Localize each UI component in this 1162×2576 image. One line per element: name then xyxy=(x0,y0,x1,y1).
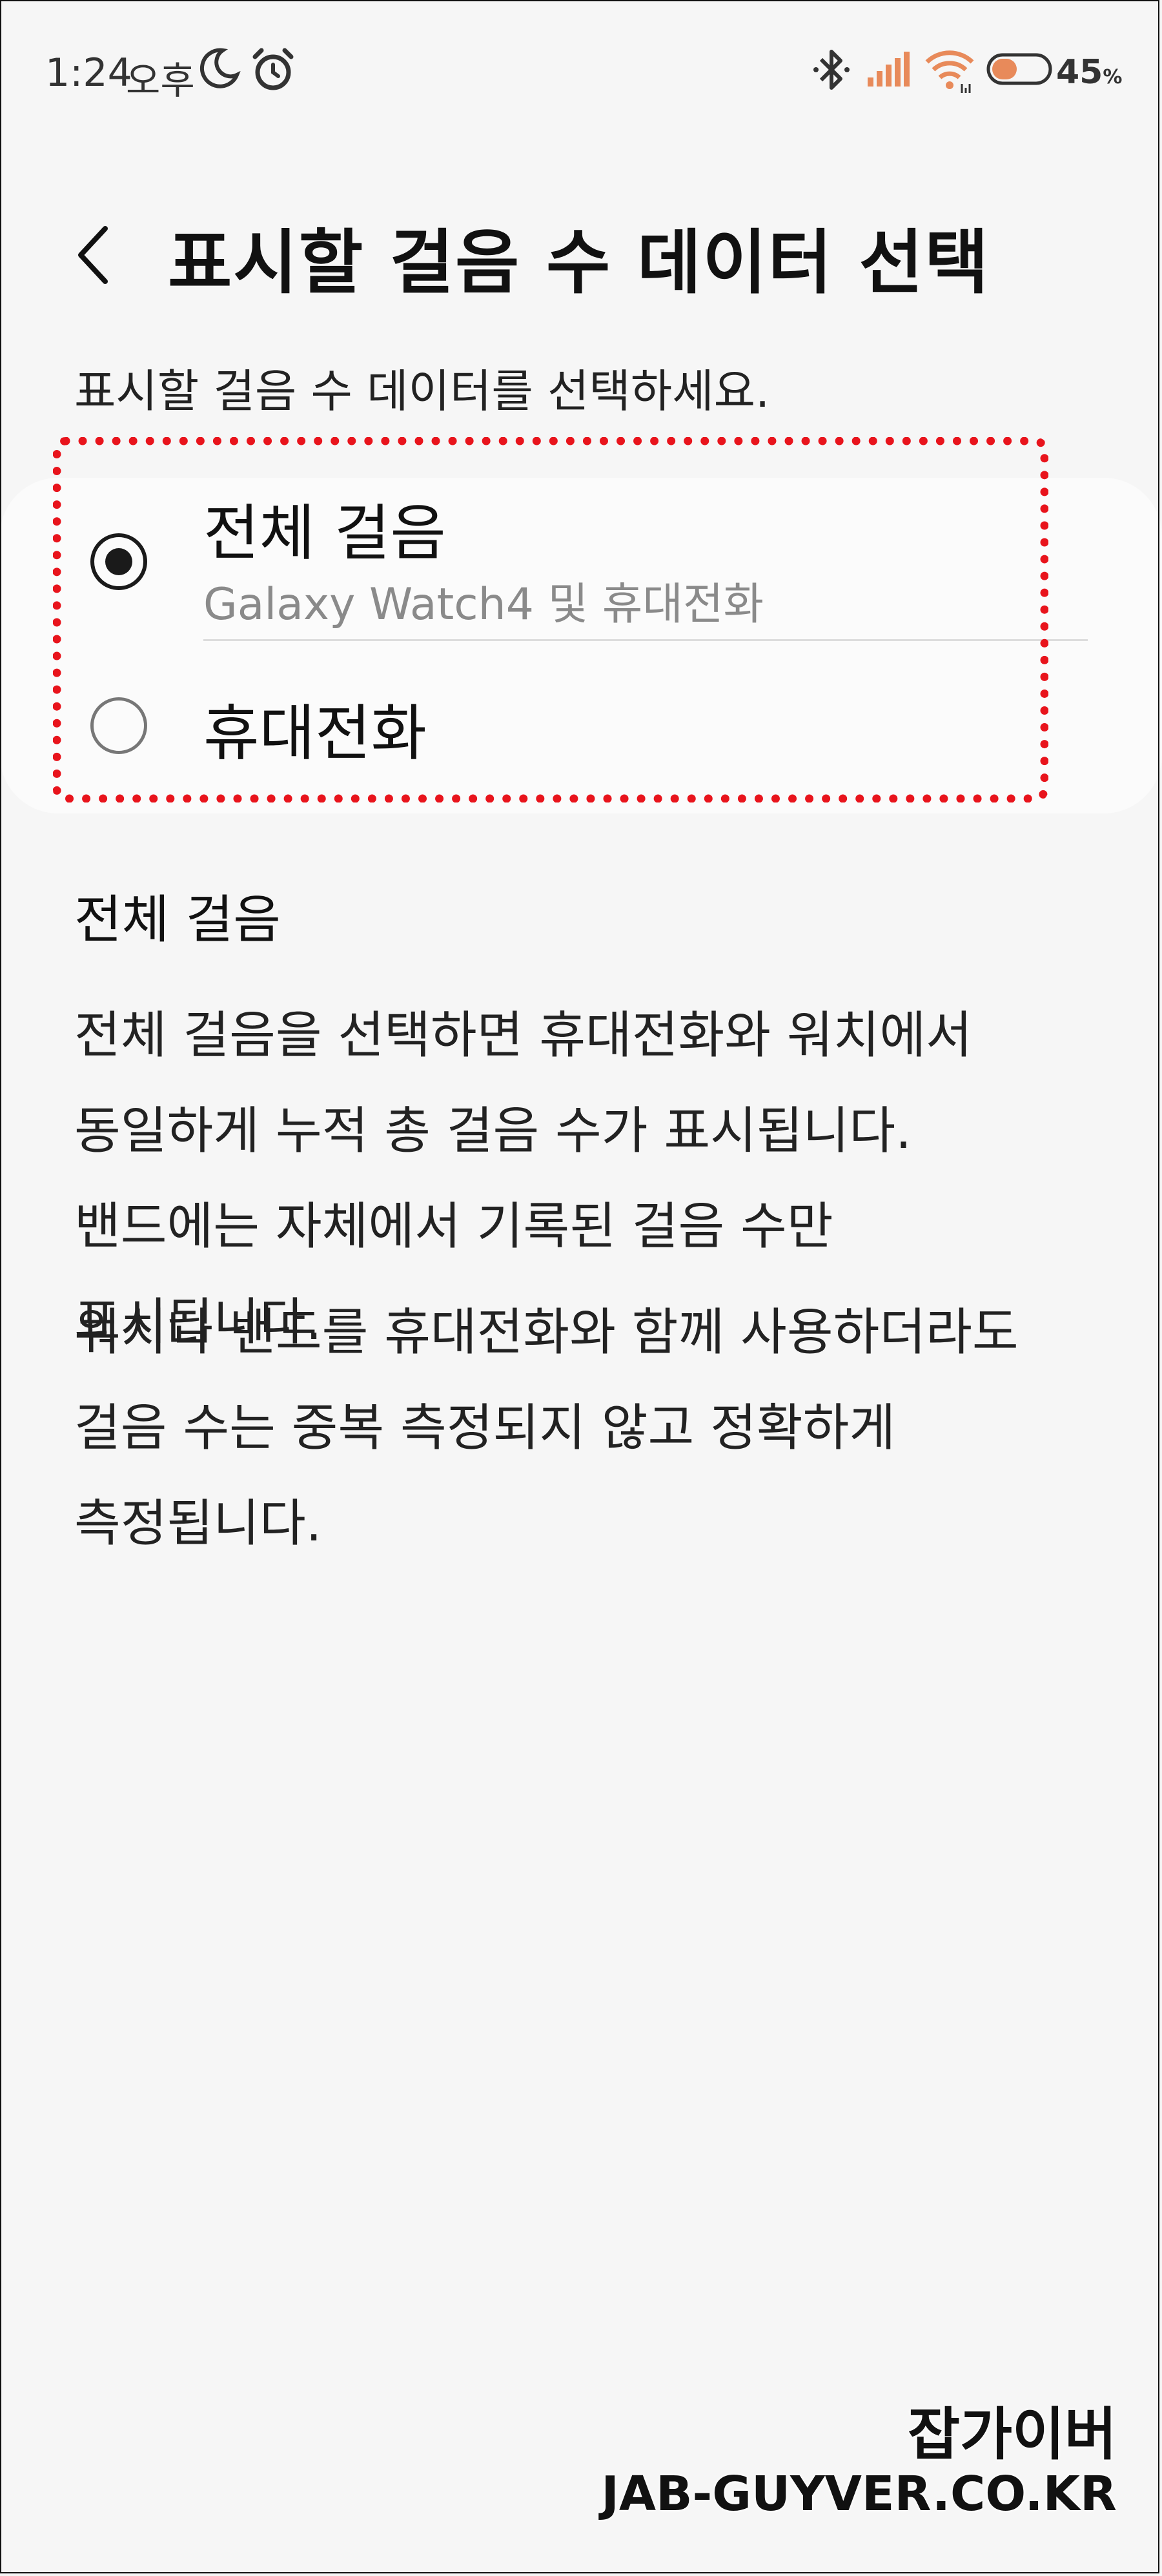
radio-selected-icon[interactable] xyxy=(90,533,147,590)
back-arrow-icon[interactable] xyxy=(68,220,119,291)
divider xyxy=(203,639,1088,641)
status-ampm: 오후 xyxy=(126,59,195,103)
signal-icon xyxy=(868,52,910,87)
option-label: 전체 걸음 xyxy=(203,498,446,569)
watermark-url: JAB-GUYVER.CO.KR xyxy=(601,2466,1117,2522)
status-bar: 1:24 오후 45% xyxy=(0,0,1162,148)
battery-icon xyxy=(986,53,1052,85)
wifi-icon xyxy=(925,50,974,93)
moon-icon xyxy=(199,48,241,88)
battery-percent: 45% xyxy=(1056,53,1123,92)
option-all-steps[interactable]: 전체 걸음 Galaxy Watch4 및 휴대전화 xyxy=(0,478,1162,646)
watermark-title: 잡가이버 xyxy=(908,2401,1117,2468)
status-time: 1:24 xyxy=(45,50,132,96)
option-sublabel: Galaxy Watch4 및 휴대전화 xyxy=(203,579,764,630)
page-title: 표시할 걸음 수 데이터 선택 xyxy=(168,223,990,303)
alarm-icon xyxy=(252,48,294,90)
radio-unselected-icon[interactable] xyxy=(90,697,147,754)
option-label: 휴대전화 xyxy=(203,699,427,769)
page-subtitle: 표시할 걸음 수 데이터를 선택하세요. xyxy=(74,365,770,418)
description-paragraph: 워치나 밴드를 휴대전화와 함께 사용하더라도 걸음 수는 중복 측정되지 않고… xyxy=(74,1303,1019,1553)
description-heading: 전체 걸음 xyxy=(74,890,281,950)
option-phone[interactable]: 휴대전화 xyxy=(0,646,1162,813)
bluetooth-icon xyxy=(813,50,850,90)
